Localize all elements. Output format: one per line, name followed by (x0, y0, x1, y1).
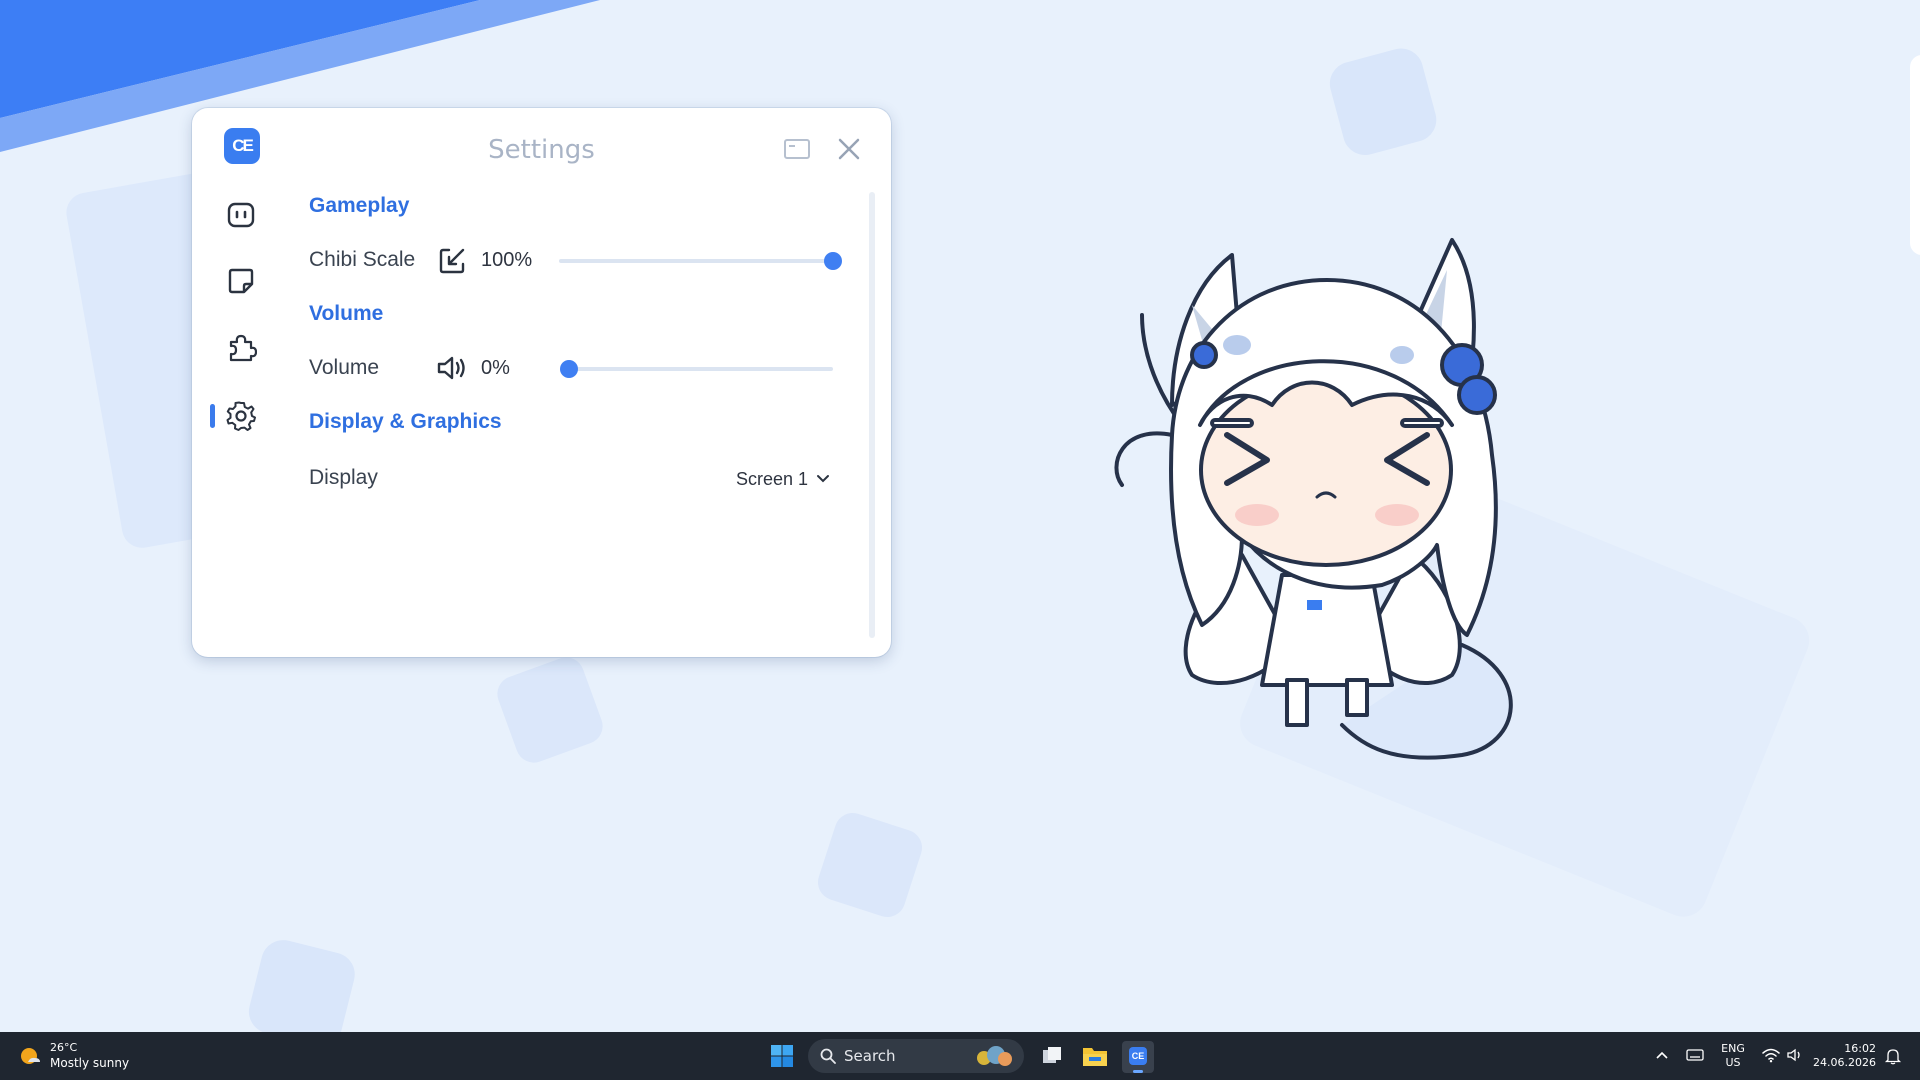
wifi-icon[interactable] (1762, 1047, 1780, 1063)
volume-label: Volume (309, 356, 380, 379)
chibi-scale-value: 100% (481, 249, 533, 271)
sticky-note-icon (228, 268, 254, 294)
window-mode-icon (784, 139, 810, 159)
volume-slider[interactable] (560, 360, 833, 378)
windows-start-icon[interactable] (770, 1044, 794, 1068)
nav-active-indicator (210, 404, 215, 428)
search-placeholder: Search (844, 1047, 896, 1065)
weather-sun-icon[interactable] (18, 1044, 42, 1068)
task-view-icon[interactable] (1040, 1044, 1064, 1068)
window-mode-button[interactable] (782, 134, 812, 164)
gear-icon (226, 401, 256, 431)
settings-scrollbar[interactable] (869, 192, 875, 638)
section-title-gameplay: Gameplay (309, 194, 410, 217)
search-highlight-icon (977, 1046, 1012, 1066)
speaker-icon[interactable] (435, 353, 469, 383)
display-selected: Screen 1 (736, 468, 809, 489)
nav-item-chat[interactable] (222, 196, 260, 234)
chevron-up-icon[interactable] (1655, 1048, 1669, 1062)
close-button[interactable] (834, 134, 864, 164)
chibi-character[interactable] (1092, 225, 1562, 765)
section-title-display: Display & Graphics (309, 410, 502, 433)
volume-tray-icon[interactable] (1786, 1047, 1804, 1063)
weather-description[interactable]: Mostly sunny (50, 1056, 129, 1070)
active-app-indicator (1133, 1070, 1143, 1073)
language-top: ENG (1721, 1042, 1745, 1055)
volume-value: 0% (481, 357, 510, 379)
display-label: Display (309, 466, 378, 489)
keyboard-icon[interactable] (1686, 1048, 1704, 1062)
taskbar: 26°C Mostly sunny Search CE ENG US 16:02… (0, 1032, 1920, 1080)
close-icon (838, 138, 860, 160)
chibi-scale-label: Chibi Scale (309, 248, 416, 271)
settings-window[interactable]: CE Settings Gameplay Chibi Scale 100% Vo… (192, 108, 891, 657)
chevron-down-icon (817, 475, 830, 483)
notification-bell-icon[interactable] (1884, 1047, 1902, 1065)
taskbar-app-logo: CE (1129, 1047, 1147, 1065)
resize-icon (439, 248, 465, 274)
language-indicator[interactable]: ENG US (1716, 1042, 1750, 1070)
puzzle-icon (229, 334, 257, 362)
nav-item-settings[interactable] (222, 397, 260, 435)
section-title-volume: Volume (309, 302, 384, 325)
volume-slider-thumb[interactable] (560, 360, 578, 378)
nav-item-plugins[interactable] (222, 328, 260, 366)
chibi-scale-slider-thumb[interactable] (824, 252, 842, 270)
nav-item-notes[interactable] (222, 262, 260, 300)
display-dropdown[interactable]: Screen 1 (736, 464, 830, 494)
chat-icon (227, 202, 255, 228)
language-bottom: US (1725, 1056, 1741, 1069)
taskbar-search[interactable]: Search (808, 1039, 1024, 1073)
search-icon (820, 1048, 836, 1064)
weather-temperature[interactable]: 26°C (50, 1041, 77, 1054)
taskbar-app-active[interactable]: CE (1122, 1041, 1154, 1073)
file-explorer-icon[interactable] (1082, 1044, 1108, 1068)
chibi-scale-slider[interactable] (559, 252, 842, 270)
